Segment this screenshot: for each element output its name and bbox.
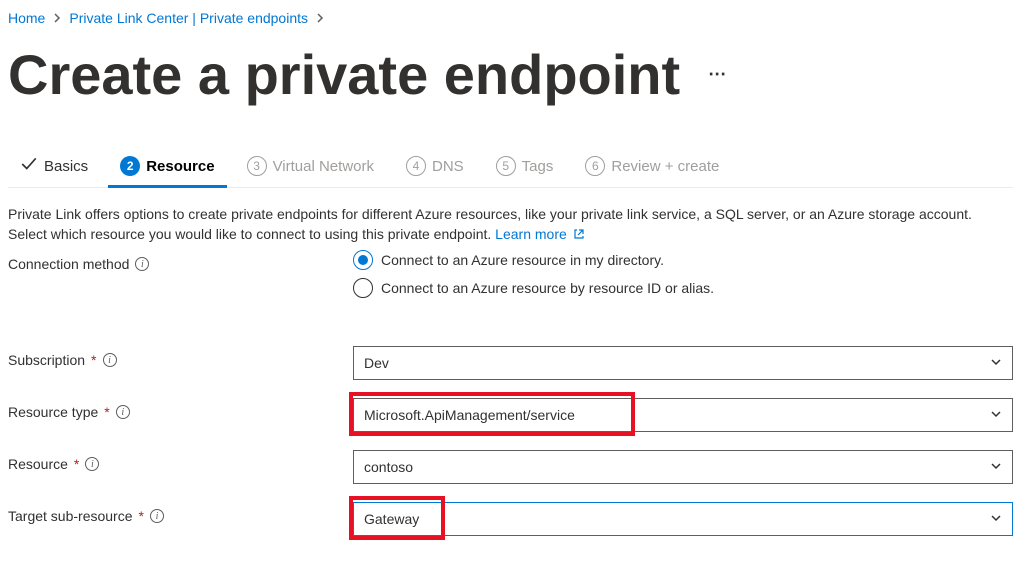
page-title-row: Create a private endpoint ⋯ <box>8 42 1013 107</box>
page-title: Create a private endpoint <box>8 42 680 107</box>
target-sub-resource-select[interactable]: Gateway <box>353 502 1013 536</box>
tab-basics[interactable]: Basics <box>8 147 100 188</box>
select-value: Gateway <box>364 511 419 527</box>
field-resource: Resource * i contoso <box>8 450 1013 484</box>
more-actions-button[interactable]: ⋯ <box>700 60 734 89</box>
resource-type-label: Resource type <box>8 404 98 420</box>
tab-number-icon: 6 <box>585 156 605 176</box>
required-asterisk: * <box>91 352 96 368</box>
info-icon[interactable]: i <box>150 509 164 523</box>
field-target-sub-resource: Target sub-resource * i Gateway <box>8 502 1013 536</box>
tab-number-icon: 4 <box>406 156 426 176</box>
radio-connect-resource-id[interactable]: Connect to an Azure resource by resource… <box>353 278 1013 298</box>
field-connection-method: Connection method i Connect to an Azure … <box>8 250 1013 298</box>
tab-tags[interactable]: 5 Tags <box>484 147 566 188</box>
tab-resource[interactable]: 2 Resource <box>108 147 226 188</box>
tab-label: Review + create <box>611 158 719 175</box>
tab-virtual-network[interactable]: 3 Virtual Network <box>235 147 386 188</box>
chevron-right-icon <box>316 10 324 26</box>
connection-method-radio-group: Connect to an Azure resource in my direc… <box>353 250 1013 298</box>
chevron-down-icon <box>990 459 1002 475</box>
info-icon[interactable]: i <box>116 405 130 419</box>
check-icon <box>20 155 38 177</box>
breadcrumb-private-link-center[interactable]: Private Link Center | Private endpoints <box>69 10 308 26</box>
tab-label: DNS <box>432 158 464 175</box>
tab-number-icon: 2 <box>120 156 140 176</box>
select-value: Dev <box>364 355 389 371</box>
tab-label: Virtual Network <box>273 158 374 175</box>
tab-label: Resource <box>146 158 214 175</box>
breadcrumb-home[interactable]: Home <box>8 10 45 26</box>
tab-label: Tags <box>522 158 554 175</box>
resource-type-select[interactable]: Microsoft.ApiManagement/service <box>353 398 1013 432</box>
tab-number-icon: 5 <box>496 156 516 176</box>
field-resource-type: Resource type * i Microsoft.ApiManagemen… <box>8 398 1013 432</box>
connection-method-label: Connection method <box>8 256 129 272</box>
wizard-tabs: Basics 2 Resource 3 Virtual Network 4 DN… <box>8 147 1013 188</box>
subscription-label: Subscription <box>8 352 85 368</box>
field-subscription: Subscription * i Dev <box>8 346 1013 380</box>
tab-review-create[interactable]: 6 Review + create <box>573 147 731 188</box>
chevron-down-icon <box>990 407 1002 423</box>
radio-icon <box>353 278 373 298</box>
info-icon[interactable]: i <box>103 353 117 367</box>
target-sub-resource-label: Target sub-resource <box>8 508 133 524</box>
select-value: Microsoft.ApiManagement/service <box>364 407 575 423</box>
radio-icon <box>353 250 373 270</box>
radio-connect-directory[interactable]: Connect to an Azure resource in my direc… <box>353 250 1013 270</box>
required-asterisk: * <box>139 508 144 524</box>
tab-label: Basics <box>44 158 88 175</box>
resource-label: Resource <box>8 456 68 472</box>
select-value: contoso <box>364 459 413 475</box>
radio-label: Connect to an Azure resource in my direc… <box>381 252 664 268</box>
subscription-select[interactable]: Dev <box>353 346 1013 380</box>
resource-select[interactable]: contoso <box>353 450 1013 484</box>
chevron-down-icon <box>990 511 1002 527</box>
chevron-right-icon <box>53 10 61 26</box>
radio-label: Connect to an Azure resource by resource… <box>381 280 714 296</box>
info-icon[interactable]: i <box>135 257 149 271</box>
info-icon[interactable]: i <box>85 457 99 471</box>
chevron-down-icon <box>990 355 1002 371</box>
learn-more-link[interactable]: Learn more <box>495 226 584 242</box>
tab-number-icon: 3 <box>247 156 267 176</box>
external-link-icon <box>571 226 585 242</box>
tab-dns[interactable]: 4 DNS <box>394 147 476 188</box>
required-asterisk: * <box>74 456 79 472</box>
breadcrumb: Home Private Link Center | Private endpo… <box>8 10 1013 26</box>
tab-description: Private Link offers options to create pr… <box>8 204 1013 244</box>
required-asterisk: * <box>104 404 109 420</box>
